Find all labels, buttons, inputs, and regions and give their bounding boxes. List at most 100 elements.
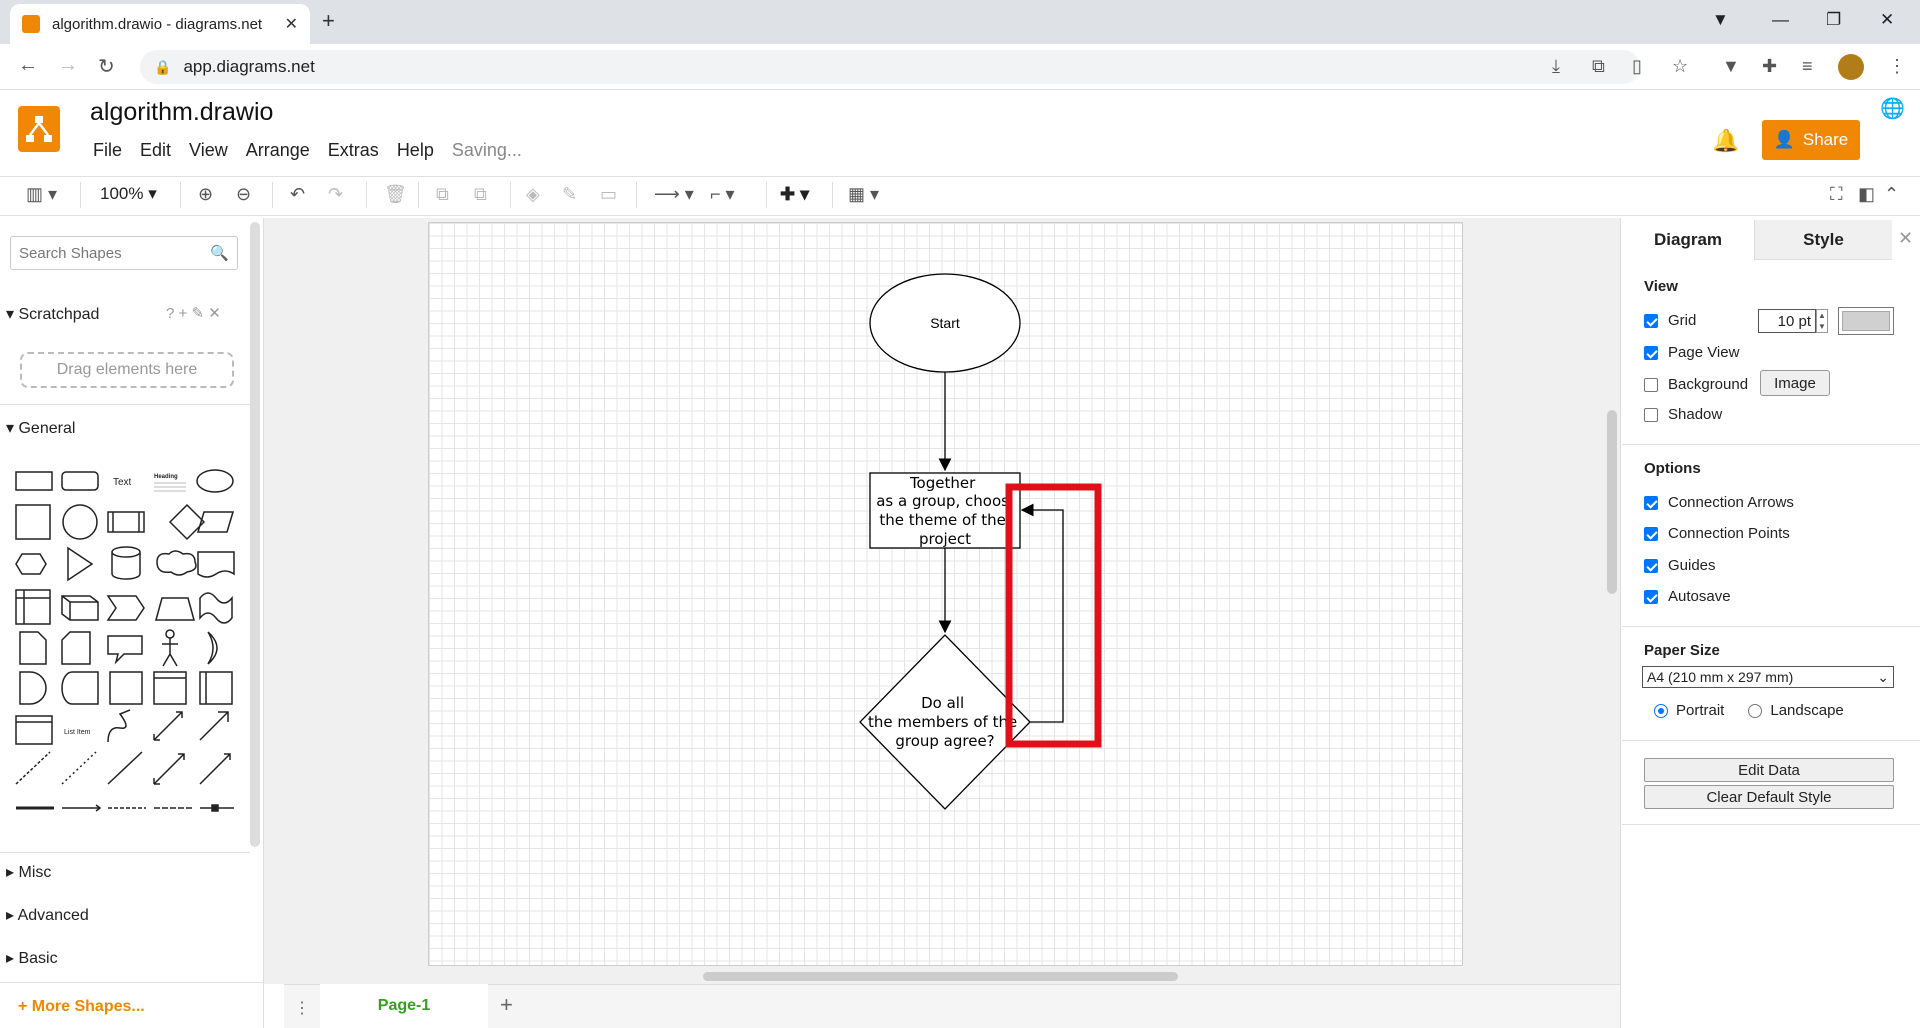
connection-arrows-label: Connection Arrows xyxy=(1668,494,1794,511)
page-tab-current[interactable]: Page-1 xyxy=(320,984,488,1028)
collapse-icon[interactable]: ⌃ xyxy=(1884,184,1899,205)
grid-size-spinner[interactable]: ▲ ▼ xyxy=(1816,309,1828,333)
tab-style[interactable]: Style xyxy=(1754,220,1892,260)
zoom-out-icon[interactable]: ⊖ xyxy=(236,184,251,205)
translate-icon[interactable]: ⧉ xyxy=(1592,56,1605,77)
close-icon[interactable]: ✕ xyxy=(208,305,221,322)
browser-tab[interactable]: algorithm.drawio - diagrams.net ✕ xyxy=(10,4,310,44)
insert-plus-icon[interactable]: ✚ ▾ xyxy=(780,184,809,205)
menu-edit[interactable]: Edit xyxy=(131,140,180,161)
to-front-icon[interactable]: ⧉ xyxy=(436,184,449,205)
redo-icon[interactable]: ↷ xyxy=(328,184,343,205)
toggle-panel-icon[interactable]: ◧ xyxy=(1858,184,1875,205)
shadow-checkbox[interactable]: Shadow xyxy=(1644,406,1722,423)
restore-icon[interactable]: ❐ xyxy=(1826,10,1841,30)
autosave-check-icon[interactable] xyxy=(1644,589,1658,604)
landscape-radio[interactable] xyxy=(1748,703,1763,718)
background-check-icon[interactable] xyxy=(1644,377,1658,392)
misc-section[interactable]: ▸ Misc xyxy=(6,862,51,882)
grid-color-picker[interactable] xyxy=(1838,307,1894,335)
close-window-icon[interactable]: ✕ xyxy=(1880,10,1894,30)
profile-avatar[interactable] xyxy=(1838,54,1864,80)
document-title[interactable]: algorithm.drawio xyxy=(90,98,273,127)
guides-checkbox[interactable]: Guides xyxy=(1644,557,1716,574)
media-icon[interactable]: ≡ xyxy=(1802,56,1813,77)
pages-menu-icon[interactable]: ⋮ xyxy=(294,998,310,1018)
portrait-label: Portrait xyxy=(1676,702,1725,719)
basic-section[interactable]: ▸ Basic xyxy=(6,948,58,968)
back-icon[interactable]: ← xyxy=(18,54,38,77)
autosave-checkbox[interactable]: Autosave xyxy=(1644,588,1731,605)
menu-file[interactable]: File xyxy=(84,140,131,161)
more-shapes-link[interactable]: + More Shapes... xyxy=(18,998,145,1016)
add-icon[interactable]: + xyxy=(179,305,188,322)
extension-v-icon[interactable]: ▼ xyxy=(1722,56,1740,77)
close-panel-icon[interactable]: ✕ xyxy=(1898,228,1913,249)
add-page-icon[interactable]: + xyxy=(500,992,513,1018)
shapes-scrollbar[interactable] xyxy=(250,222,260,847)
flowchart[interactable]: Start Together as a group, choos the the… xyxy=(428,222,1463,966)
scratchpad-header[interactable]: ▾ Scratchpad xyxy=(6,304,99,324)
clear-default-style-button[interactable]: Clear Default Style xyxy=(1644,785,1894,809)
share-button[interactable]: 👤 Share xyxy=(1762,120,1860,160)
delete-icon[interactable]: 🗑 xyxy=(384,184,407,205)
bookmark-star-icon[interactable]: ☆ xyxy=(1672,56,1688,77)
grid-size-input[interactable]: 10 pt xyxy=(1758,309,1816,333)
shadow-icon[interactable]: ▭ xyxy=(600,184,617,205)
scratchpad-dropzone[interactable]: Drag elements here xyxy=(20,352,234,388)
canvas-horizontal-scrollbar[interactable] xyxy=(703,972,1178,981)
page-view-checkbox[interactable]: Page View xyxy=(1644,344,1739,361)
image-button[interactable]: Image xyxy=(1760,370,1830,396)
grid-check-icon[interactable] xyxy=(1644,313,1658,328)
guides-check-icon[interactable] xyxy=(1644,558,1658,573)
portrait-radio[interactable] xyxy=(1654,703,1668,718)
menu-help[interactable]: Help xyxy=(388,140,443,161)
browser-menu-icon[interactable]: ⋮ xyxy=(1888,56,1906,77)
undo-icon[interactable]: ↶ xyxy=(290,184,305,205)
line-color-icon[interactable]: ✎ xyxy=(562,184,577,205)
edit-icon[interactable]: ✎ xyxy=(191,305,204,322)
grid-checkbox[interactable]: Grid xyxy=(1644,312,1696,329)
connection-points-checkbox[interactable]: Connection Points xyxy=(1644,525,1790,542)
advanced-section[interactable]: ▸ Advanced xyxy=(6,905,89,925)
general-shapes-grid[interactable]: Text Heading List Item xyxy=(12,462,242,832)
zoom-select[interactable]: 100% ▾ xyxy=(100,184,157,204)
url-field[interactable]: 🔒 app.diagrams.net xyxy=(140,50,1640,84)
connection-arrows-checkbox[interactable]: Connection Arrows xyxy=(1644,494,1794,511)
fill-color-icon[interactable]: ◈ xyxy=(526,184,540,205)
tab-diagram[interactable]: Diagram xyxy=(1622,220,1754,260)
menu-view[interactable]: View xyxy=(180,140,237,161)
canvas-vertical-scrollbar[interactable] xyxy=(1607,410,1617,594)
general-header[interactable]: ▾ General xyxy=(6,418,75,438)
search-shapes-input[interactable]: Search Shapes 🔍 xyxy=(10,236,238,270)
new-tab-icon[interactable]: + xyxy=(322,8,335,34)
close-tab-icon[interactable]: ✕ xyxy=(285,14,298,34)
connection-style-icon[interactable]: ⟶ ▾ xyxy=(654,184,694,205)
tab-search-icon[interactable]: ▼ xyxy=(1712,10,1729,30)
connection-arrows-check-icon[interactable] xyxy=(1644,495,1658,510)
background-checkbox[interactable]: Background xyxy=(1644,376,1748,393)
edit-data-button[interactable]: Edit Data xyxy=(1644,758,1894,782)
language-globe-icon[interactable]: 🌐 xyxy=(1880,96,1905,121)
menu-arrange[interactable]: Arrange xyxy=(237,140,319,161)
paper-size-select[interactable]: A4 (210 mm x 297 mm) ⌄ xyxy=(1642,666,1894,688)
shadow-check-icon[interactable] xyxy=(1644,407,1658,422)
page-view-check-icon[interactable] xyxy=(1644,345,1658,360)
forward-icon[interactable]: → xyxy=(58,54,78,77)
help-icon[interactable]: ? xyxy=(166,305,174,322)
zoom-in-icon[interactable]: ⊕ xyxy=(198,184,213,205)
to-back-icon[interactable]: ⧉ xyxy=(474,184,487,205)
format-panel-icon[interactable]: ▥ ▾ xyxy=(26,184,57,205)
extensions-puzzle-icon[interactable]: ✚ xyxy=(1762,56,1777,77)
menu-extras[interactable]: Extras xyxy=(319,140,388,161)
table-icon[interactable]: ▦ ▾ xyxy=(848,184,879,205)
waypoints-icon[interactable]: ⌐ ▾ xyxy=(710,184,735,205)
download-icon[interactable]: ▯ xyxy=(1632,56,1642,77)
search-icon[interactable]: 🔍 xyxy=(210,244,229,262)
fullscreen-icon[interactable]: ⛶ xyxy=(1830,184,1843,205)
reload-icon[interactable]: ↻ xyxy=(98,54,115,79)
notification-bell-icon[interactable]: 🔔 xyxy=(1712,128,1739,154)
minimize-icon[interactable]: — xyxy=(1772,10,1789,30)
connection-points-check-icon[interactable] xyxy=(1644,526,1658,541)
install-icon[interactable]: ⤓ xyxy=(1552,56,1560,77)
